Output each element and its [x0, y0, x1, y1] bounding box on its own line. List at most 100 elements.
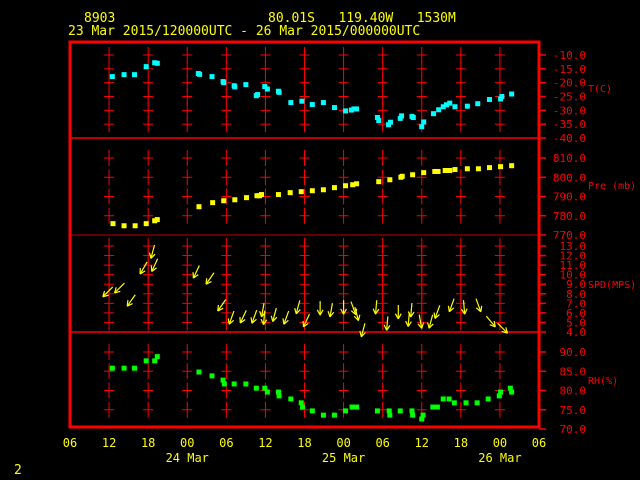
panel-label: SPD(MPS) [588, 280, 636, 291]
wind-arrow-head [294, 307, 297, 315]
pressure-point [331, 185, 337, 191]
axis-tick-label: -35.0 [553, 118, 586, 131]
wind-arrow [270, 307, 278, 322]
panel-label: RH(%) [588, 376, 618, 387]
pressure-point [475, 166, 481, 172]
pressure-point [196, 204, 202, 210]
relative_humidity-point [109, 365, 115, 371]
pressure-point [309, 188, 315, 194]
pressure-point [210, 200, 216, 206]
wind-arrow-head [357, 314, 361, 321]
temperature-point [410, 115, 416, 121]
pressure-point [387, 177, 393, 183]
pressure-point [154, 217, 160, 223]
wind-arrow-head [148, 252, 152, 259]
relative_humidity-point [209, 373, 215, 379]
pressure-point [287, 190, 293, 196]
wind-arrow [340, 300, 347, 315]
wind-arrow [239, 310, 247, 324]
wind-arrow [126, 294, 136, 307]
relative_humidity-point [143, 358, 149, 364]
temperature-point [343, 108, 349, 114]
wind-arrow [433, 305, 441, 319]
relative_humidity-point [331, 412, 337, 418]
wind-arrow [102, 286, 114, 298]
panel-label: T(C) [588, 84, 612, 95]
wind-arrow-head [126, 300, 129, 307]
temperature-point [131, 72, 137, 78]
pressure-point [442, 168, 448, 174]
x-date-label: 25 Mar [322, 451, 365, 465]
relative_humidity-point [264, 389, 270, 395]
relative_humidity-point [276, 393, 282, 399]
panel-label: Pre (mb) [588, 181, 636, 192]
temperature-point [264, 86, 270, 92]
x-tick-label: 00 [336, 436, 350, 450]
relative_humidity-point [420, 412, 426, 418]
wind-arrow-head [447, 305, 450, 312]
relative_humidity-point [320, 412, 326, 418]
wind-arrow-head [282, 318, 285, 325]
temperature-point [387, 119, 393, 125]
temperature-point [447, 100, 453, 106]
relative_humidity-point [498, 389, 504, 395]
temperature-point [143, 64, 149, 70]
relative_humidity-point [430, 404, 436, 410]
x-date-label: 26 Mar [478, 451, 521, 465]
relative_humidity-point [231, 381, 237, 387]
relative_humidity-point [446, 396, 452, 402]
relative_humidity-point [474, 400, 480, 406]
axis-tick-label: -40.0 [553, 132, 586, 145]
x-tick-label: 06 [219, 436, 233, 450]
wind-arrow [475, 298, 483, 313]
relative_humidity-point [288, 396, 294, 402]
pressure-point [143, 221, 149, 227]
wind-arrow [148, 244, 156, 259]
x-tick-label: 18 [141, 436, 155, 450]
wind-arrow [205, 272, 215, 285]
temperature-point [399, 113, 405, 119]
wind-arrow-head [227, 318, 230, 325]
relative_humidity-point [463, 400, 469, 406]
pressure-point [498, 164, 504, 170]
temperature-point [421, 119, 427, 125]
relative_humidity-point [410, 412, 416, 418]
axis-tick-label: 85.0 [560, 365, 587, 378]
temperature-point [288, 100, 294, 106]
temperature-point [255, 92, 261, 98]
pressure-point [464, 166, 470, 172]
relative_humidity-point [221, 381, 227, 387]
pressure-point [421, 170, 427, 176]
wind-arrow [394, 304, 402, 320]
relative_humidity-point [374, 408, 380, 414]
pressure-point [244, 195, 250, 201]
wind-arrow [316, 301, 324, 316]
axis-tick-label: -30.0 [553, 104, 586, 117]
axis-tick-label: -10.0 [553, 49, 586, 62]
pressure-point [298, 189, 304, 195]
wind-arrow-head [217, 304, 220, 312]
pressure-point [275, 192, 281, 198]
relative_humidity-point [397, 408, 403, 414]
relative_humidity-point [196, 369, 202, 375]
temperature-point [309, 102, 315, 108]
pressure-point [435, 168, 441, 174]
pressure-point [132, 223, 138, 229]
temperature-point [486, 97, 492, 103]
wind-arrow [113, 282, 125, 294]
axis-tick-label: 780.0 [553, 210, 586, 223]
x-tick-label: 12 [415, 436, 429, 450]
x-tick-label: 12 [258, 436, 272, 450]
temperature-point [354, 106, 360, 112]
axis-tick-label: 790.0 [553, 191, 586, 204]
pressure-point [447, 168, 453, 174]
relative_humidity-point [154, 354, 160, 360]
pressure-point [509, 163, 515, 169]
relative_humidity-point [300, 404, 306, 410]
pressure-point [232, 197, 238, 203]
x-date-label: 24 Mar [166, 451, 209, 465]
wind-arrow [485, 315, 496, 328]
axis-tick-label: -20.0 [553, 77, 586, 90]
temperature-point [419, 124, 425, 130]
relative_humidity-point [485, 396, 491, 402]
